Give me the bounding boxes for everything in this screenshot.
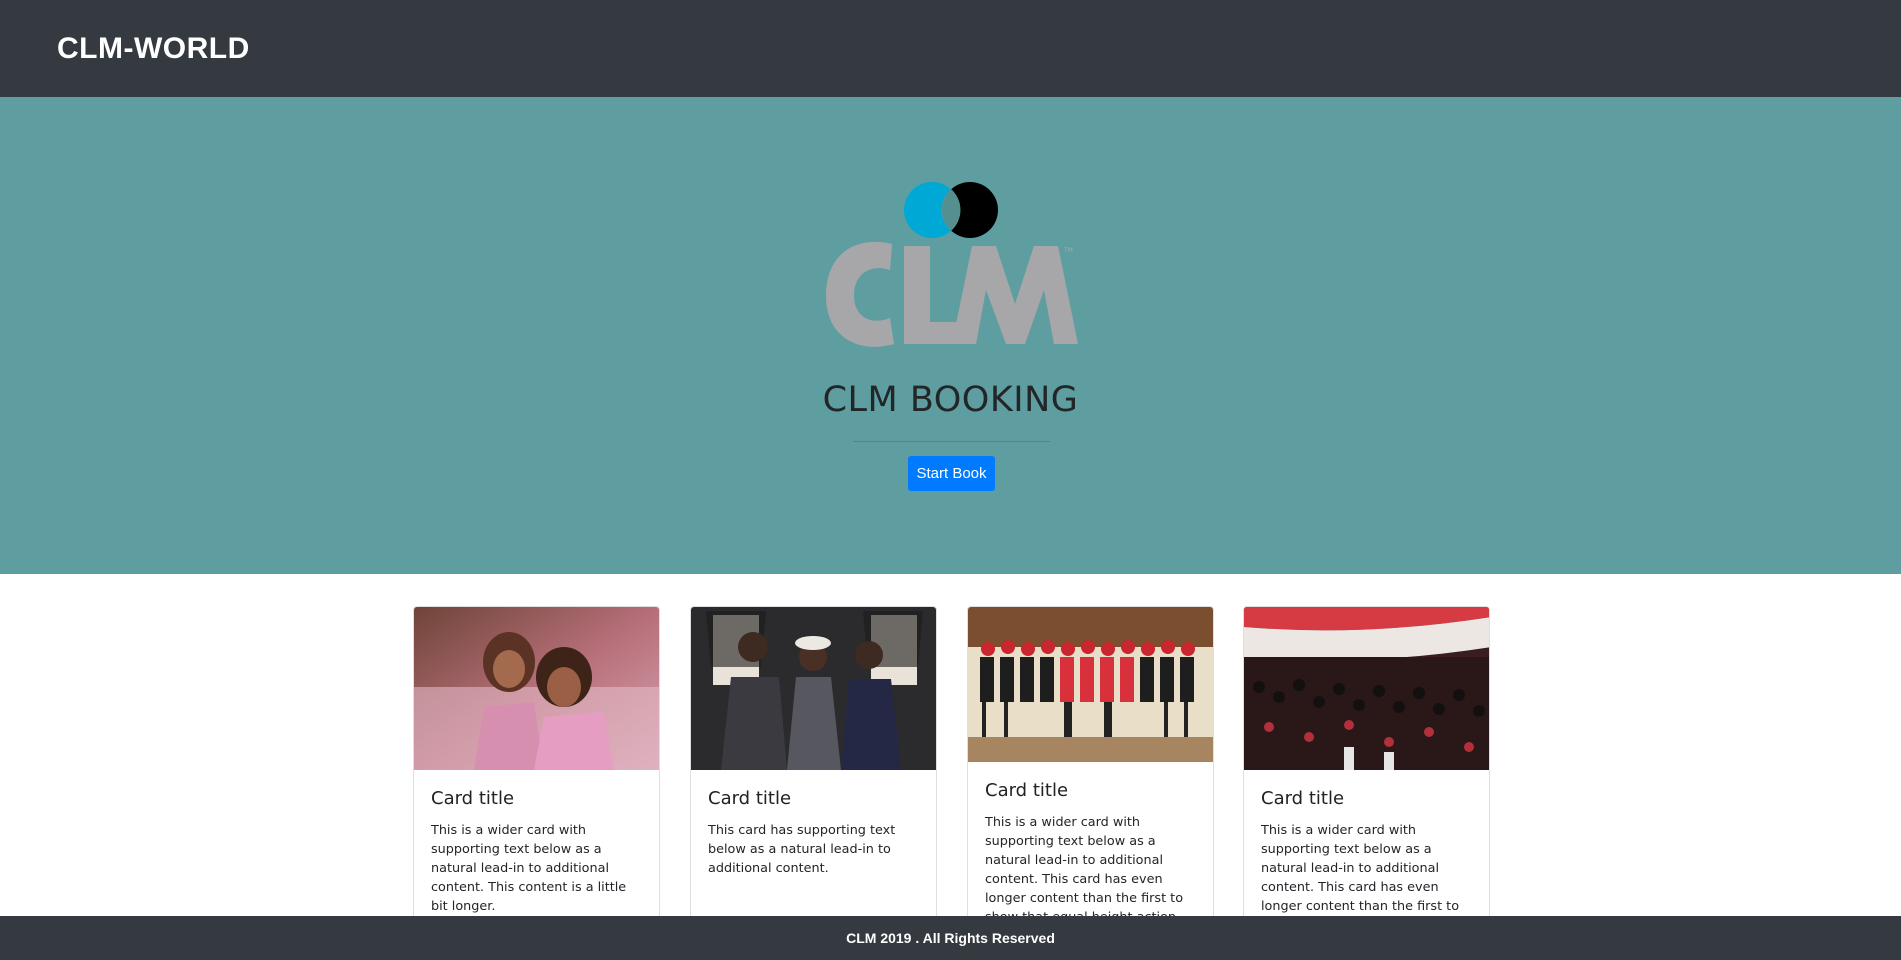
clm-logo: TM [820, 178, 1080, 350]
card-4-image [1244, 607, 1489, 770]
card-3: Card title This is a wider card with sup… [967, 606, 1214, 926]
card-text: This is a wider card with supporting tex… [431, 823, 627, 914]
card-1: Card title This is a wider card with sup… [413, 606, 660, 926]
card-text: This is a wider card with supporting tex… [1261, 823, 1460, 914]
start-book-button[interactable]: Start Book [908, 456, 995, 491]
card-text: This card has supporting text below as a… [708, 823, 896, 876]
brand-link[interactable]: CLM-WORLD [57, 32, 250, 66]
card-4-body: Card title This is a wider card with sup… [1244, 770, 1489, 925]
card-3-image [968, 607, 1213, 762]
hero-title: CLM BOOKING [822, 380, 1079, 420]
card-text: This is a wider card with supporting tex… [985, 815, 1184, 925]
card-title: Card title [1261, 788, 1345, 809]
card-3-body: Card title This is a wider card with sup… [968, 762, 1213, 925]
hero-divider [853, 441, 1050, 442]
card-title: Card title [985, 780, 1069, 801]
card-1-image [414, 607, 659, 770]
top-navbar: CLM-WORLD [0, 0, 1901, 97]
card-1-body: Card title This is a wider card with sup… [414, 770, 659, 925]
card-4: Card title This is a wider card with sup… [1243, 606, 1490, 926]
page-footer: CLM 2019 . All Rights Reserved [0, 916, 1901, 960]
footer-text: CLM 2019 . All Rights Reserved [846, 930, 1055, 946]
card-title: Card title [708, 788, 792, 809]
card-2-body: Card title This card has supporting text… [691, 770, 936, 896]
card-deck: Card title This is a wider card with sup… [413, 606, 1490, 926]
card-2: Card title This card has supporting text… [690, 606, 937, 926]
card-title: Card title [431, 788, 515, 809]
svg-text:TM: TM [1063, 247, 1073, 254]
card-2-image [691, 607, 936, 770]
